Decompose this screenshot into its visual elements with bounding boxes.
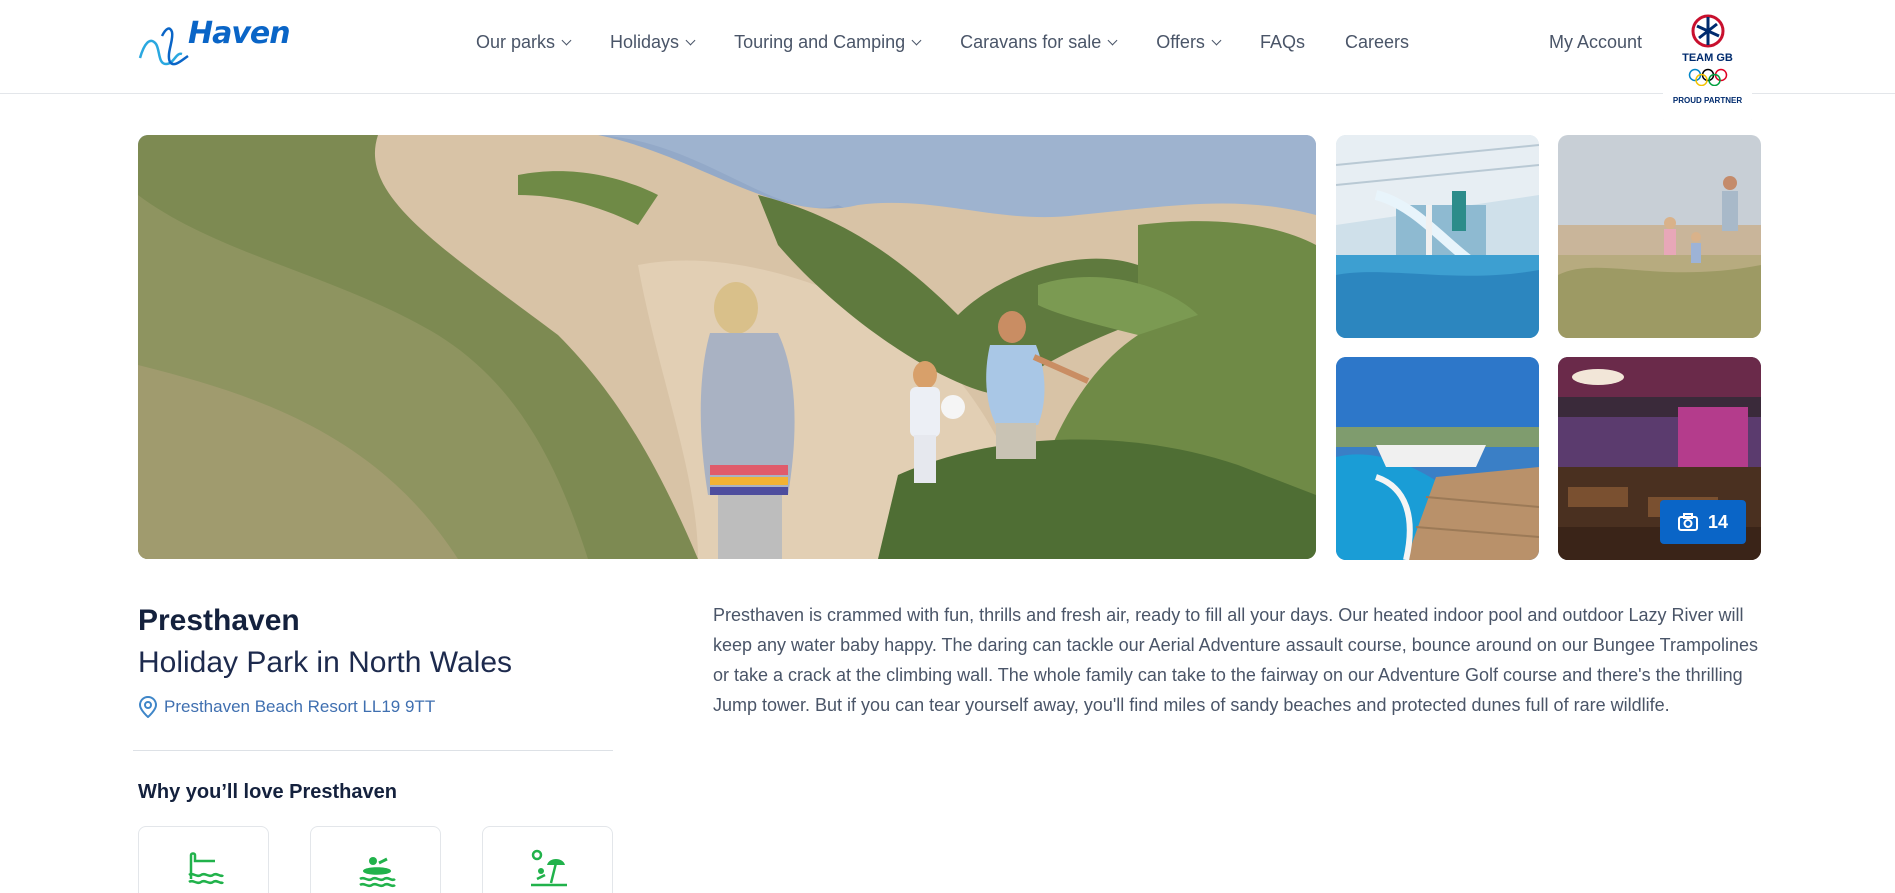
camera-icon: [1677, 513, 1698, 531]
why-love-heading: Why you’ll love Presthaven: [138, 781, 397, 803]
nav-offers[interactable]: Offers: [1156, 32, 1222, 53]
chevron-down-icon: [1107, 35, 1118, 45]
chevron-down-icon: [911, 35, 922, 45]
brand-name: Haven: [188, 16, 291, 51]
nav-our-parks[interactable]: Our parks: [476, 32, 572, 53]
team-gb-lion-icon: [1691, 14, 1725, 48]
section-divider: [133, 750, 613, 751]
nav-label: FAQs: [1259, 32, 1305, 52]
map-pin-icon: [138, 696, 158, 718]
beach-icon: [531, 849, 567, 887]
nav-careers[interactable]: Careers: [1345, 32, 1409, 53]
nav-label: Holidays: [610, 32, 680, 52]
chevron-down-icon: [561, 35, 572, 45]
main-nav: Our parks Holidays Touring and Camping C…: [476, 32, 1449, 53]
nav-caravans-for-sale[interactable]: Caravans for sale: [960, 32, 1118, 53]
chevron-down-icon: [1211, 35, 1222, 45]
park-description: Presthaven is crammed with fun, thrills …: [713, 605, 1759, 715]
indoor-pool-image: [1336, 135, 1539, 338]
park-subtitle: Holiday Park in North Wales: [138, 646, 513, 679]
beach-family-image: [1558, 135, 1761, 338]
nav-label: Offers: [1156, 32, 1205, 52]
outdoor-pool-image: [1336, 357, 1539, 560]
nav-label: Caravans for sale: [960, 32, 1102, 52]
my-account-link[interactable]: My Account: [1549, 32, 1642, 53]
thumb-beach-family[interactable]: [1558, 135, 1761, 338]
nav-label: Our parks: [476, 32, 556, 52]
thumb-outdoor-pool[interactable]: [1336, 357, 1539, 560]
nav-faqs[interactable]: FAQs: [1260, 32, 1305, 53]
feature-card-pool[interactable]: [138, 826, 269, 893]
park-address-link[interactable]: Presthaven Beach Resort LL19 9TT: [138, 696, 435, 718]
partner-line1: TEAM GB: [1682, 52, 1733, 64]
address-text: Presthaven Beach Resort LL19 9TT: [164, 697, 436, 716]
feature-card-beach[interactable]: [482, 826, 613, 893]
dunes-family-image: [138, 135, 1316, 559]
park-title: Presthaven: [138, 604, 300, 637]
swimming-pool-icon: [188, 852, 225, 885]
nav-label: Careers: [1344, 32, 1409, 52]
team-gb-partner-badge[interactable]: TEAM GB PROUD PARTNER: [1663, 0, 1752, 136]
nav-holidays[interactable]: Holidays: [610, 32, 696, 53]
lazy-river-icon: [359, 857, 396, 888]
hero-photo-dunes[interactable]: [138, 135, 1316, 559]
thumb-indoor-pool[interactable]: [1336, 135, 1539, 338]
nav-touring-camping[interactable]: Touring and Camping: [734, 32, 922, 53]
site-header: Haven Our parks Holidays Touring and Cam…: [0, 0, 1895, 94]
feature-card-lazy-river[interactable]: [310, 826, 441, 893]
chevron-down-icon: [685, 35, 696, 45]
partner-line2: PROUD PARTNER: [1672, 96, 1743, 105]
olympic-rings-icon: [1688, 68, 1728, 86]
photo-count-button[interactable]: 14: [1660, 500, 1746, 544]
nav-label: Touring and Camping: [734, 32, 906, 52]
photo-count-value: 14: [1707, 511, 1729, 532]
